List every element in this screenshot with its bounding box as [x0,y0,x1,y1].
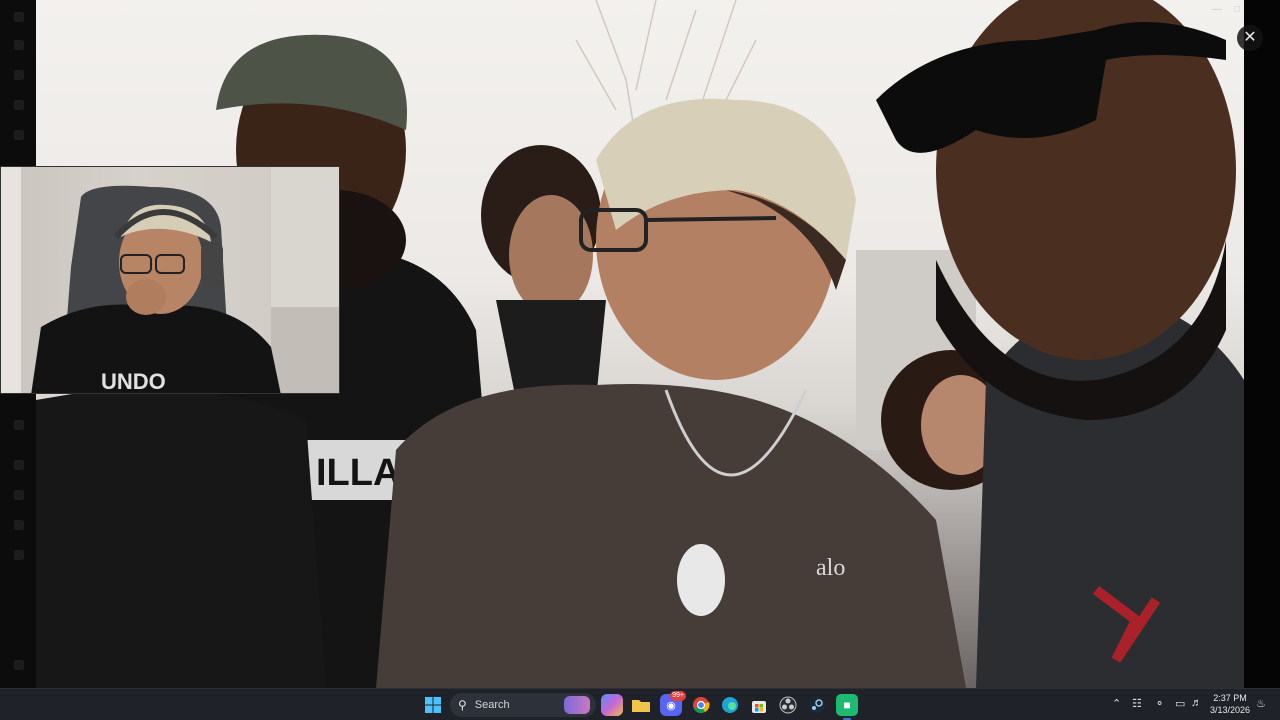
background-icon [14,490,24,500]
clock-time: 2:37 PM [1213,693,1247,703]
chevron-up-icon[interactable]: ⌃ [1112,697,1121,710]
background-icon [14,70,24,80]
display-icon[interactable]: ▭ [1175,697,1185,710]
steam-icon [809,697,825,713]
minimize-icon[interactable]: — [1212,4,1222,15]
background-icon [14,12,24,22]
green-app[interactable]: ■ [836,694,858,716]
maximize-icon[interactable]: □ [1234,4,1240,15]
discord-app[interactable]: ◉ 99+ [660,691,686,716]
windows-icon [425,697,441,713]
media-viewer: ILLAG alo — □ ✕ UNDO [0,0,1280,688]
background-icon [14,520,24,530]
edge-icon [722,697,738,713]
microsoft-store-app[interactable] [748,694,770,716]
obs-icon [779,696,797,714]
network-off-icon[interactable]: ☷ [1132,697,1142,710]
search-icon: ⚲ [458,698,467,712]
chrome-app[interactable] [690,694,712,716]
background-icon [14,130,24,140]
close-button[interactable]: ✕ [1237,25,1263,51]
obs-app[interactable] [777,694,799,716]
webcam-overlay: UNDO [0,166,340,394]
edge-app[interactable] [719,694,741,716]
background-icon [14,460,24,470]
background-icon [14,660,24,670]
app-icon: ■ [843,698,851,712]
chrome-icon [693,697,710,714]
window-controls: — □ [1212,4,1240,15]
folder-icon [632,700,650,712]
jacket-left [36,388,326,688]
clock[interactable]: 2:37 PM 3/13/2026 [1208,692,1252,716]
right-background-strip [1244,0,1280,688]
webcam-illustration: UNDO [1,167,339,394]
file-explorer-app[interactable] [630,694,652,716]
person-curly [481,145,606,400]
taskbar: ⚲ Search ◉ 99+ ■ ⌃ ☷ ⚬ ▭ ♬ 2:37 PM 3/13/… [0,688,1280,720]
background-icon [14,550,24,560]
store-icon [752,701,766,713]
search-highlight-icon [564,696,590,714]
start-button[interactable] [422,694,444,716]
hoodie-text: alo [816,555,845,581]
background-icon [14,100,24,110]
volume-icon[interactable]: ♬ [1191,697,1202,709]
copilot-app[interactable] [601,694,623,716]
background-icon [14,40,24,50]
search-label: Search [474,699,510,711]
discord-badge: 99+ [670,691,686,701]
clock-date: 3/13/2026 [1209,705,1251,715]
steam-app[interactable] [806,694,828,716]
microphone-icon[interactable]: ⚬ [1155,697,1164,710]
taskbar-search[interactable]: ⚲ Search [450,693,596,717]
notification-bell-icon[interactable]: ♨ [1256,697,1266,710]
background-icon [14,420,24,430]
webcam-hoodie-text: UNDO [101,369,166,394]
